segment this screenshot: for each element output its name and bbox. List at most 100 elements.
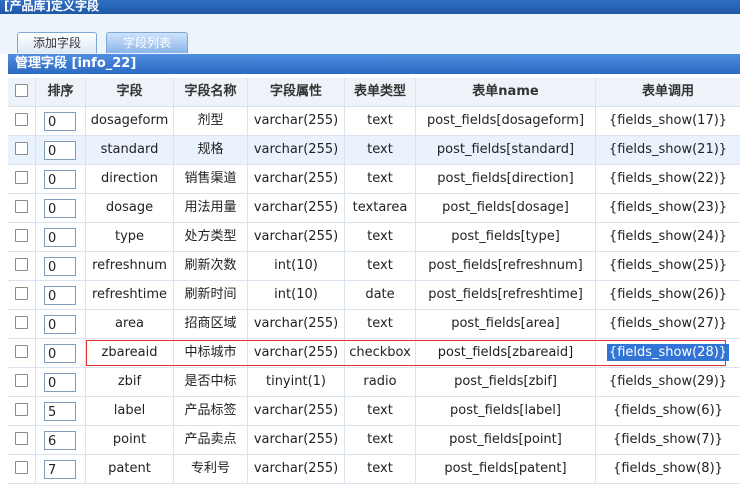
table-row[interactable]: 0 zbareaid 中标城市 varchar(255) checkbox post_fi… <box>8 339 740 368</box>
form-type-cell: checkbox <box>345 339 416 367</box>
field-name-cell: 招商区域 <box>174 310 248 338</box>
row-checkbox[interactable] <box>15 316 28 329</box>
sort-input[interactable]: 6 <box>44 431 76 450</box>
sort-input[interactable]: 0 <box>44 170 76 189</box>
table-row[interactable]: 0 dosageform 剂型 varchar(255) text post_fields… <box>8 107 740 136</box>
field-name-cell: 刷新时间 <box>174 281 248 309</box>
sort-input[interactable]: 0 <box>44 315 76 334</box>
form-call-text[interactable]: {fields_show(23)} <box>609 200 727 215</box>
field-name-cell: 产品卖点 <box>174 426 248 454</box>
row-select-cell <box>8 281 36 309</box>
row-checkbox[interactable] <box>15 432 28 445</box>
form-call-text[interactable]: {fields_show(6)} <box>613 403 723 418</box>
header-form-call: 表单调用 <box>641 84 694 99</box>
field-cell: type <box>86 223 174 251</box>
field-name-cell: 中标城市 <box>174 339 248 367</box>
table-row[interactable]: 0 refreshnum 刷新次数 int(10) text post_fields[re… <box>8 252 740 281</box>
field-cell: area <box>86 310 174 338</box>
sort-input[interactable]: 0 <box>44 141 76 160</box>
sort-cell: 0 <box>36 194 86 222</box>
sort-input[interactable]: 0 <box>44 344 76 363</box>
row-select-cell <box>8 455 36 483</box>
sort-input[interactable]: 5 <box>44 402 76 421</box>
row-checkbox[interactable] <box>15 403 28 416</box>
tab-field-list[interactable]: 字段列表 <box>106 32 188 53</box>
row-select-cell <box>8 136 36 164</box>
form-name-cell: post_fields[zbareaid] <box>416 339 596 367</box>
row-checkbox[interactable] <box>15 142 28 155</box>
table-row[interactable]: 0 direction 销售渠道 varchar(255) text post_field… <box>8 165 740 194</box>
field-attr-cell: varchar(255) <box>248 310 345 338</box>
field-name-cell: 是否中标 <box>174 368 248 396</box>
table-row[interactable]: 7 patent 专利号 varchar(255) text post_fields[pa… <box>8 455 740 484</box>
sort-input[interactable]: 0 <box>44 286 76 305</box>
row-select-cell <box>8 252 36 280</box>
form-call-cell: {fields_show(6)} <box>596 397 740 425</box>
row-checkbox[interactable] <box>15 200 28 213</box>
section-title: 管理字段 [info_22] <box>8 54 740 74</box>
row-checkbox[interactable] <box>15 287 28 300</box>
sort-cell: 0 <box>36 339 86 367</box>
row-checkbox[interactable] <box>15 171 28 184</box>
form-type-cell: text <box>345 165 416 193</box>
sort-cell: 7 <box>36 455 86 483</box>
form-call-text[interactable]: {fields_show(21)} <box>609 142 727 157</box>
table-row[interactable]: 0 area 招商区域 varchar(255) text post_fields[are… <box>8 310 740 339</box>
tab-add-field[interactable]: 添加字段 <box>17 32 97 53</box>
row-checkbox[interactable] <box>15 345 28 358</box>
form-name-cell: post_fields[point] <box>416 426 596 454</box>
form-call-text[interactable]: {fields_show(22)} <box>609 171 727 186</box>
table-row[interactable]: 0 type 处方类型 varchar(255) text post_fields[typ… <box>8 223 740 252</box>
form-call-text[interactable]: {fields_show(25)} <box>609 258 727 273</box>
select-all-checkbox[interactable] <box>15 84 28 97</box>
field-attr-cell: tinyint(1) <box>248 368 345 396</box>
sort-cell: 0 <box>36 223 86 251</box>
sort-input[interactable]: 0 <box>44 199 76 218</box>
form-call-text[interactable]: {fields_show(8)} <box>613 461 723 476</box>
form-name-cell: post_fields[standard] <box>416 136 596 164</box>
form-type-cell: text <box>345 426 416 454</box>
sort-input[interactable]: 0 <box>44 112 76 131</box>
table-row[interactable]: 5 label 产品标签 varchar(255) text post_fields[la… <box>8 397 740 426</box>
table-row[interactable]: 0 refreshtime 刷新时间 int(10) date post_fields[r… <box>8 281 740 310</box>
form-name-cell: post_fields[refreshtime] <box>416 281 596 309</box>
header-form-name: 表单name <box>416 78 596 106</box>
form-call-text[interactable]: {fields_show(29)} <box>609 374 727 389</box>
field-attr-cell: varchar(255) <box>248 455 345 483</box>
field-name-cell: 用法用量 <box>174 194 248 222</box>
field-attr-cell: int(10) <box>248 252 345 280</box>
form-call-text[interactable]: {fields_show(7)} <box>613 432 723 447</box>
window-title: [产品库]定义字段 <box>0 0 740 14</box>
table-row[interactable]: 0 dosage 用法用量 varchar(255) textarea post_fiel… <box>8 194 740 223</box>
form-call-cell: {fields_show(27)} <box>596 310 740 338</box>
form-name-cell: post_fields[label] <box>416 397 596 425</box>
form-call-cell: {fields_show(24)} <box>596 223 740 251</box>
sort-input[interactable]: 7 <box>44 460 76 479</box>
form-call-text[interactable]: {fields_show(26)} <box>609 287 727 302</box>
field-cell: refreshnum <box>86 252 174 280</box>
sort-input[interactable]: 0 <box>44 373 76 392</box>
field-name-cell: 规格 <box>174 136 248 164</box>
form-call-text[interactable]: {fields_show(24)} <box>609 229 727 244</box>
sort-input[interactable]: 0 <box>44 257 76 276</box>
field-attr-cell: varchar(255) <box>248 426 345 454</box>
table-row[interactable]: 6 point 产品卖点 varchar(255) text post_fields[po… <box>8 426 740 455</box>
row-checkbox[interactable] <box>15 113 28 126</box>
form-call-text[interactable]: {fields_show(28)} <box>606 344 730 361</box>
field-name-cell: 刷新次数 <box>174 252 248 280</box>
row-checkbox[interactable] <box>15 374 28 387</box>
table-row[interactable]: 0 standard 规格 varchar(255) text post_fields[s… <box>8 136 740 165</box>
row-checkbox[interactable] <box>15 229 28 242</box>
form-call-text[interactable]: {fields_show(17)} <box>609 113 727 128</box>
sort-input[interactable]: 0 <box>44 228 76 247</box>
field-cell: point <box>86 426 174 454</box>
form-type-cell: text <box>345 136 416 164</box>
header-select-all <box>8 78 36 106</box>
row-checkbox[interactable] <box>15 461 28 474</box>
row-checkbox[interactable] <box>15 258 28 271</box>
form-call-text[interactable]: {fields_show(27)} <box>609 316 727 331</box>
field-name-cell: 剂型 <box>174 107 248 135</box>
header-sort: 排序 <box>36 78 86 106</box>
form-name-cell: post_fields[zbif] <box>416 368 596 396</box>
table-row[interactable]: 0 zbif 是否中标 tinyint(1) radio post_fields[zbif… <box>8 368 740 397</box>
